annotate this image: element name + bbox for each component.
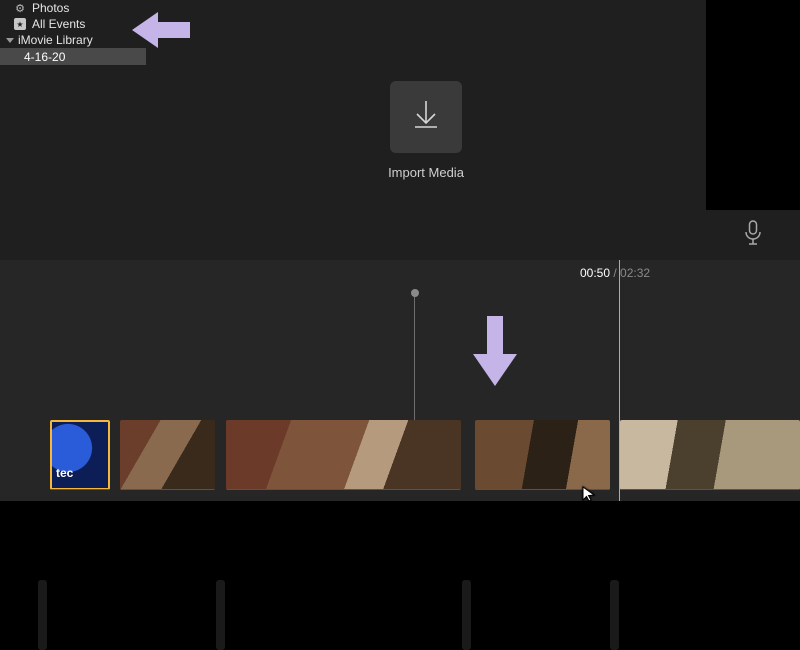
import-media-button[interactable]	[390, 81, 462, 153]
clip-bike-unbox[interactable]	[226, 420, 461, 490]
clip-intro-logo[interactable]	[50, 420, 110, 490]
timecode-total: 02:32	[620, 266, 650, 280]
top-area: Photos All Events iMovie Library 4-16-20…	[0, 0, 800, 260]
mouse-cursor-icon	[582, 486, 596, 502]
clip-unwrap[interactable]	[475, 420, 610, 490]
import-media-label: Import Media	[388, 165, 464, 180]
skimmer-handle-icon	[411, 289, 419, 297]
sidebar-event-selected[interactable]: 4-16-20	[0, 48, 146, 65]
sidebar-section-label: iMovie Library	[18, 33, 93, 47]
video-preview	[706, 0, 800, 210]
library-sidebar: Photos All Events iMovie Library 4-16-20	[0, 0, 146, 260]
clip-edge-handle[interactable]	[216, 580, 225, 650]
clip-edge-handle[interactable]	[610, 580, 619, 650]
microphone-icon[interactable]	[743, 220, 763, 251]
annotation-arrow-sidebar	[130, 10, 190, 50]
clip-bike-1[interactable]	[120, 420, 215, 490]
sidebar-item-label: All Events	[32, 17, 85, 31]
download-arrow-icon	[408, 96, 444, 137]
media-browser: Import Media	[146, 0, 706, 260]
clip-detail[interactable]	[620, 420, 800, 490]
sidebar-item-all-events[interactable]: All Events	[0, 16, 146, 32]
sidebar-item-label: Photos	[32, 1, 69, 15]
right-toolbar	[706, 210, 800, 260]
sidebar-item-photos[interactable]: Photos	[0, 0, 146, 16]
annotation-arrow-timeline	[473, 316, 517, 386]
timeline-skimmer[interactable]	[414, 290, 415, 430]
chevron-down-icon	[6, 38, 14, 43]
timecode-current: 00:50	[580, 266, 610, 280]
sidebar-event-label: 4-16-20	[24, 50, 65, 64]
star-icon	[14, 18, 26, 30]
clip-edge-handle[interactable]	[462, 580, 471, 650]
timecode-readout: 00:50 / 02:32	[580, 266, 650, 280]
clip-edge-handle[interactable]	[38, 580, 47, 650]
clip-strip	[0, 420, 800, 501]
gear-icon	[14, 2, 26, 15]
sidebar-section-imovie-library[interactable]: iMovie Library	[0, 32, 146, 48]
timeline[interactable]: 00:50 / 02:32	[0, 260, 800, 501]
